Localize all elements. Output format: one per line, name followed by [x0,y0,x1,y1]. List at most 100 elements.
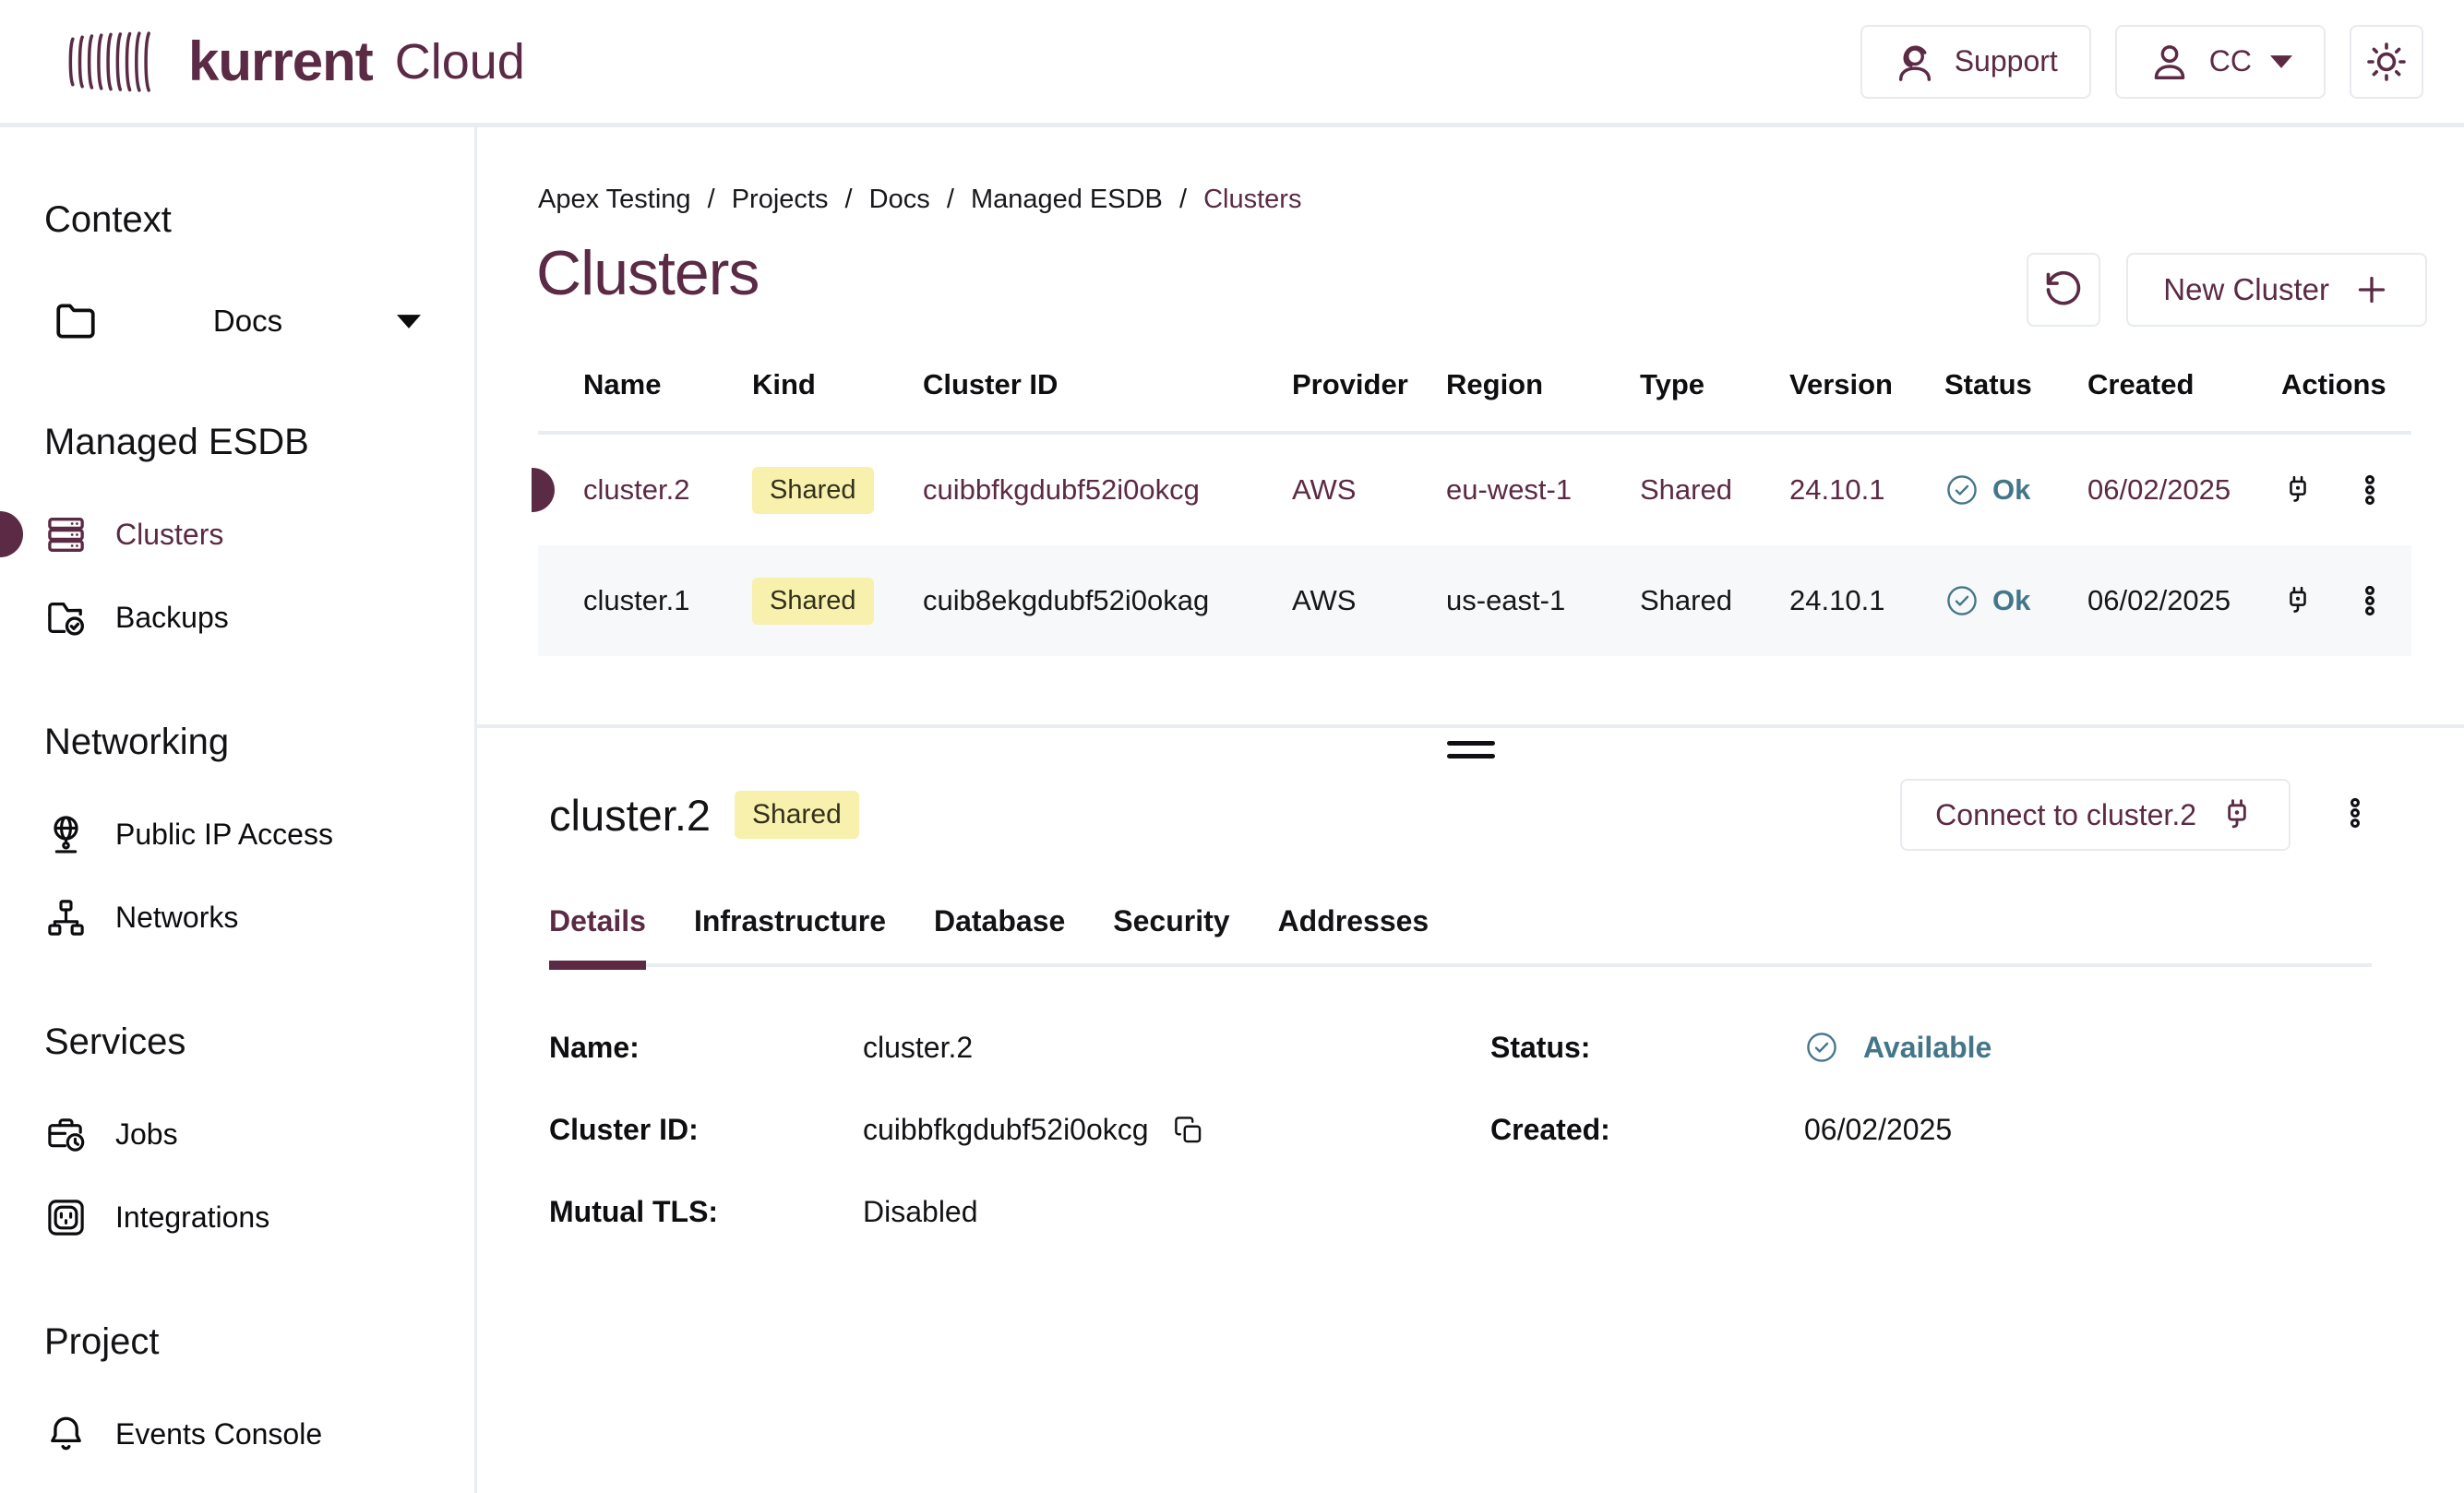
account-menu-button[interactable]: CC [2115,25,2326,99]
sidebar-item-label: Public IP Access [115,818,333,852]
cell-kind: Shared [752,467,923,514]
cell-actions [2281,584,2411,617]
kind-badge: Shared [752,467,874,514]
account-initials: CC [2209,44,2252,78]
connect-plug-icon[interactable] [2281,584,2314,617]
cell-provider: AWS [1292,473,1446,507]
sidebar-item-clusters[interactable]: Clusters [44,508,474,561]
cluster-detail-panel: cluster.2 Shared Connect to cluster.2 De… [477,779,2464,1229]
field-value-mutual-tls: Disabled [863,1195,1490,1229]
status-text: Ok [1992,584,2030,617]
status-text: Ok [1992,473,2030,507]
sidebar-item-label: Backups [115,601,229,635]
field-label-cluster-id: Cluster ID: [549,1113,863,1147]
table-row-cluster-1[interactable]: cluster.1 Shared cuib8ekgdubf52i0okag AW… [538,545,2411,656]
row-menu-kebab-icon[interactable] [2353,584,2386,617]
briefcase-clock-icon [44,1113,88,1156]
cell-status: Ok [1944,472,2087,508]
breadcrumb-item[interactable]: Projects [732,185,829,214]
network-hierarchy-icon [44,896,88,939]
field-label-mutual-tls: Mutual TLS: [549,1195,863,1229]
col-name: Name [583,368,752,401]
sidebar-item-label: Networks [115,901,238,935]
field-value-cluster-id: cuibbfkgdubf52i0okcg [863,1113,1490,1147]
new-cluster-label: New Cluster [2163,272,2329,307]
detail-menu-kebab-icon[interactable] [2338,796,2372,834]
col-cluster-id: Cluster ID [923,368,1292,401]
field-label-name: Name: [549,1031,863,1065]
breadcrumb-separator: / [947,185,954,214]
breadcrumb-current: Clusters [1203,185,1301,214]
breadcrumb-item[interactable]: Docs [869,185,930,214]
col-type: Type [1640,368,1789,401]
cell-kind: Shared [752,578,923,625]
table-header-row: Name Kind Cluster ID Provider Region Typ… [538,368,2411,435]
cell-region: us-east-1 [1446,584,1640,617]
refresh-button[interactable] [2027,253,2100,327]
page-actions: New Cluster [2027,253,2427,327]
cell-region: eu-west-1 [1446,473,1640,507]
clusters-table: Name Kind Cluster ID Provider Region Typ… [538,368,2411,656]
clusters-icon [44,513,88,556]
sidebar-heading-managed-esdb: Managed ESDB [44,422,474,463]
support-button[interactable]: Support [1860,25,2091,99]
cell-created: 06/02/2025 [2087,473,2281,507]
tab-details[interactable]: Details [549,904,646,970]
col-region: Region [1446,368,1640,401]
refresh-icon [2043,269,2084,310]
detail-fields: Name: cluster.2 Status: Available Cluste… [549,1030,2372,1229]
cell-version: 24.10.1 [1789,473,1944,507]
sidebar-item-public-ip-access[interactable]: Public IP Access [44,807,474,861]
check-circle-icon [1944,472,1980,508]
sidebar-item-networks[interactable]: Networks [44,890,474,944]
kurrent-cloud-app: kurrentCloud Support CC [0,0,2464,1493]
panel-resize-handle[interactable] [1447,741,1495,758]
cluster-id-text: cuibbfkgdubf52i0okcg [863,1113,1149,1147]
sidebar-heading-networking: Networking [44,722,474,763]
field-value-status: Available [1804,1030,2372,1065]
breadcrumb-item[interactable]: Managed ESDB [971,185,1163,214]
theme-toggle-button[interactable] [2350,25,2423,99]
check-circle-icon [1804,1030,1839,1065]
breadcrumb-item[interactable]: Apex Testing [538,185,691,214]
new-cluster-button[interactable]: New Cluster [2126,253,2427,327]
sidebar-item-label: Events Console [115,1417,322,1451]
col-version: Version [1789,368,1944,401]
field-value-created: 06/02/2025 [1804,1113,2372,1147]
cell-created: 06/02/2025 [2087,584,2281,617]
copy-icon[interactable] [1173,1115,1204,1146]
field-value-name: cluster.2 [863,1031,1490,1065]
sidebar-item-jobs[interactable]: Jobs [44,1107,474,1161]
plus-icon [2353,271,2390,308]
table-row-cluster-2[interactable]: cluster.2 Shared cuibbfkgdubf52i0okcg AW… [538,435,2411,545]
app-logo[interactable]: kurrentCloud [50,30,525,94]
sidebar-item-integrations[interactable]: Integrations [44,1190,474,1244]
tab-infrastructure[interactable]: Infrastructure [694,904,886,970]
breadcrumb-separator: / [708,185,715,214]
chevron-down-icon [397,315,421,328]
context-selector-value: Docs [99,304,397,339]
sidebar-heading-project: Project [44,1321,474,1363]
sidebar-item-backups[interactable]: Backups [44,591,474,644]
tab-database[interactable]: Database [934,904,1065,970]
detail-header-actions: Connect to cluster.2 [1900,779,2372,851]
sidebar-item-events-console[interactable]: Events Console [44,1407,474,1461]
breadcrumb-separator: / [845,185,853,214]
bell-icon [44,1413,88,1456]
sidebar: Context Docs Managed ESDB Clusters [0,127,477,1493]
globe-icon [44,813,88,856]
tab-addresses[interactable]: Addresses [1278,904,1429,970]
tab-security[interactable]: Security [1113,904,1229,970]
breadcrumb-separator: / [1179,185,1187,214]
support-label: Support [1955,44,2058,78]
sun-icon [2364,40,2409,84]
connect-to-cluster-button[interactable]: Connect to cluster.2 [1900,779,2291,851]
field-label-status: Status: [1490,1031,1804,1065]
cell-name: cluster.1 [583,584,752,617]
kind-badge: Shared [752,578,874,625]
row-menu-kebab-icon[interactable] [2353,473,2386,507]
connect-plug-icon[interactable] [2281,473,2314,507]
cell-cluster-id: cuib8ekgdubf52i0okag [923,584,1292,617]
context-selector[interactable]: Docs [53,298,421,344]
connect-label: Connect to cluster.2 [1935,798,2196,832]
